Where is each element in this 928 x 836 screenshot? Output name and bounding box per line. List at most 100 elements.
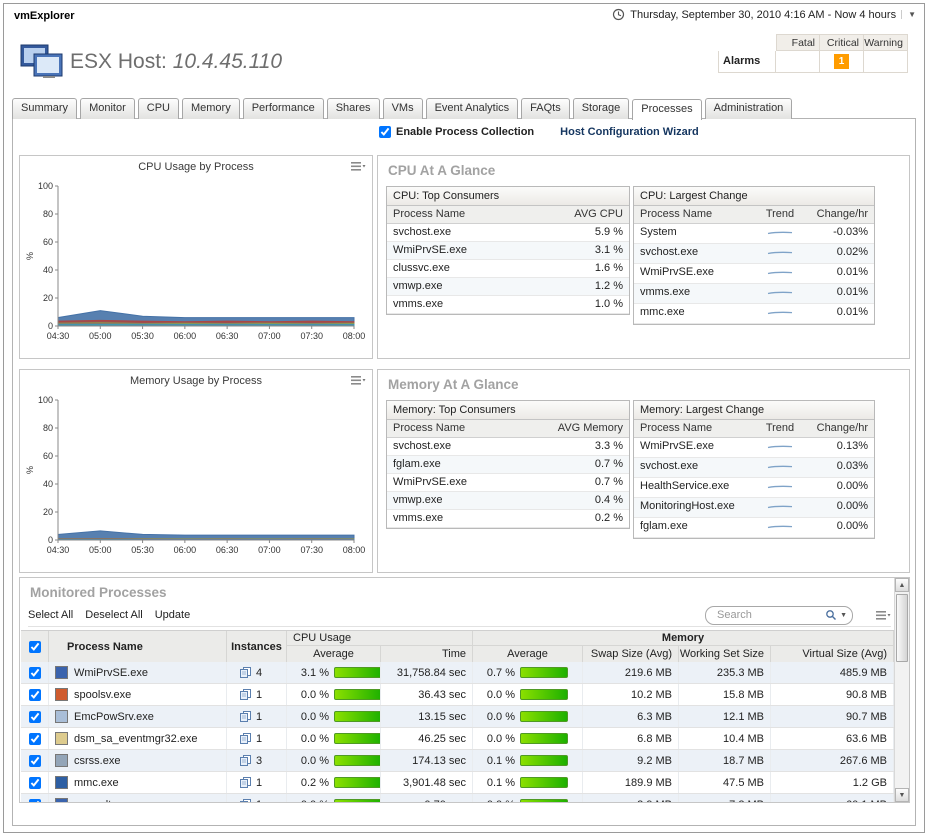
table-row[interactable]: WmiPrvSE.exe43.1 %31,758.84 sec0.7 %219.… xyxy=(21,662,894,684)
search-icon[interactable] xyxy=(825,609,837,621)
instances-cell[interactable]: 1 xyxy=(227,772,287,793)
row-checkbox[interactable] xyxy=(29,667,41,679)
column-header-process-name[interactable]: Process Name xyxy=(387,420,551,437)
instances-cell[interactable]: 1 xyxy=(227,794,287,802)
memory-usage-chart[interactable]: 020406080100%04:3005:0005:3006:0006:3007… xyxy=(24,392,368,564)
column-header-change-hr[interactable]: Change/hr xyxy=(804,206,874,223)
table-row[interactable]: svchost.exe0.02% xyxy=(634,244,874,264)
update-link[interactable]: Update xyxy=(155,609,190,621)
column-header-avg-cpu[interactable]: AVG CPU xyxy=(551,206,629,223)
row-checkbox[interactable] xyxy=(29,711,41,723)
instances-cell[interactable]: 4 xyxy=(227,662,287,683)
tab-administration[interactable]: Administration xyxy=(705,98,793,119)
table-row[interactable]: WmiPrvSE.exe0.13% xyxy=(634,438,874,458)
row-checkbox[interactable] xyxy=(29,799,41,803)
deselect-all-link[interactable]: Deselect All xyxy=(85,609,142,621)
enable-process-collection-control[interactable]: Enable Process Collection xyxy=(379,126,534,138)
table-row[interactable]: System-0.03% xyxy=(634,224,874,244)
column-header-change-hr[interactable]: Change/hr xyxy=(804,420,874,437)
tab-vms[interactable]: VMs xyxy=(383,98,423,119)
column-header-cpu-average[interactable]: Average xyxy=(287,646,381,662)
process-name-cell[interactable]: EmcPowSrv.exe xyxy=(49,706,227,727)
scroll-up-button[interactable]: ▲ xyxy=(895,578,909,592)
row-checkbox[interactable] xyxy=(29,755,41,767)
column-header-process-name[interactable]: Process Name xyxy=(634,420,756,437)
process-name-cell[interactable]: mmc.exe xyxy=(49,772,227,793)
alarms-fatal-value[interactable] xyxy=(776,51,820,73)
process-name-cell[interactable]: spoolsv.exe xyxy=(49,684,227,705)
tab-memory[interactable]: Memory xyxy=(182,98,240,119)
process-name-cell[interactable]: WmiPrvSE.exe xyxy=(49,662,227,683)
table-row[interactable]: mmc.exe0.01% xyxy=(634,304,874,324)
column-header-memory-average[interactable]: Average xyxy=(473,646,583,662)
column-header-process-name[interactable]: Process Name xyxy=(387,206,551,223)
instances-cell[interactable]: 1 xyxy=(227,684,287,705)
column-header-swap-size[interactable]: Swap Size (Avg) xyxy=(583,646,679,662)
select-all-checkbox[interactable] xyxy=(29,641,41,653)
tab-summary[interactable]: Summary xyxy=(12,98,77,119)
cpu-usage-chart[interactable]: 020406080100%04:3005:0005:3006:0006:3007… xyxy=(24,178,368,350)
tab-monitor[interactable]: Monitor xyxy=(80,98,135,119)
row-checkbox[interactable] xyxy=(29,733,41,745)
search-options-caret-icon[interactable]: ▼ xyxy=(840,612,847,619)
search-input[interactable] xyxy=(715,608,822,622)
table-customizer-icon[interactable] xyxy=(875,610,891,621)
table-row[interactable]: mmc.exe10.2 %3,901.48 sec0.1 %189.9 MB47… xyxy=(21,772,894,794)
column-header-process-name[interactable]: Process Name xyxy=(49,631,227,662)
column-header-avg-memory[interactable]: AVG Memory xyxy=(551,420,629,437)
host-configuration-wizard-link[interactable]: Host Configuration Wizard xyxy=(560,126,699,138)
column-header-trend[interactable]: Trend xyxy=(756,420,804,437)
column-header-virtual-size[interactable]: Virtual Size (Avg) xyxy=(771,646,894,662)
table-row[interactable]: vmms.exe0.2 % xyxy=(387,510,629,528)
table-row[interactable]: vmwp.exe1.2 % xyxy=(387,278,629,296)
process-name-cell[interactable]: dsm_sa_eventmgr32.exe xyxy=(49,728,227,749)
table-row[interactable]: fglam.exe0.7 % xyxy=(387,456,629,474)
process-name-cell[interactable]: csrss.exe xyxy=(49,750,227,771)
tab-performance[interactable]: Performance xyxy=(243,98,324,119)
table-row[interactable]: svchost.exe3.3 % xyxy=(387,438,629,456)
column-header-process-name[interactable]: Process Name xyxy=(634,206,756,223)
column-group-cpu-usage[interactable]: CPU Usage xyxy=(287,631,473,646)
table-row[interactable]: svchost.exe5.9 % xyxy=(387,224,629,242)
table-row[interactable]: WmiPrvSE.exe0.7 % xyxy=(387,474,629,492)
tab-storage[interactable]: Storage xyxy=(573,98,630,119)
time-range-selector[interactable]: Thursday, September 30, 2010 4:16 AM - N… xyxy=(612,8,916,21)
search-box[interactable]: ▼ xyxy=(705,606,853,625)
column-header-time[interactable]: Time xyxy=(381,646,473,662)
enable-process-collection-checkbox[interactable] xyxy=(379,126,391,138)
table-row[interactable]: vmms.exe0.01% xyxy=(634,284,874,304)
table-row[interactable]: EmcPowSrv.exe10.0 %13.15 sec0.0 %6.3 MB1… xyxy=(21,706,894,728)
critical-count-badge[interactable]: 1 xyxy=(834,54,849,69)
row-checkbox[interactable] xyxy=(29,777,41,789)
table-row[interactable]: svchost.exe0.03% xyxy=(634,458,874,478)
time-range-caret-icon[interactable]: ▼ xyxy=(901,10,916,19)
table-row[interactable]: clussvc.exe1.6 % xyxy=(387,260,629,278)
scrollbar-thumb[interactable] xyxy=(896,594,908,662)
instances-cell[interactable]: 3 xyxy=(227,750,287,771)
table-row[interactable]: csrss.exe30.0 %174.13 sec0.1 %9.2 MB18.7… xyxy=(21,750,894,772)
table-row[interactable]: WmiPrvSE.exe0.01% xyxy=(634,264,874,284)
tab-faqts[interactable]: FAQts xyxy=(521,98,570,119)
process-name-cell[interactable]: wuauclt.exe xyxy=(49,794,227,802)
instances-cell[interactable]: 1 xyxy=(227,706,287,727)
table-row[interactable]: dsm_sa_eventmgr32.exe10.0 %46.25 sec0.0 … xyxy=(21,728,894,750)
table-row[interactable]: vmwp.exe0.4 % xyxy=(387,492,629,510)
column-header-trend[interactable]: Trend xyxy=(756,206,804,223)
vertical-scrollbar[interactable]: ▲ ▼ xyxy=(894,578,909,802)
tab-event-analytics[interactable]: Event Analytics xyxy=(426,98,519,119)
table-row[interactable]: MonitoringHost.exe0.00% xyxy=(634,498,874,518)
column-group-memory[interactable]: Memory xyxy=(473,631,894,646)
instances-cell[interactable]: 1 xyxy=(227,728,287,749)
chart-customizer-icon[interactable] xyxy=(350,375,366,386)
tab-processes[interactable]: Processes xyxy=(632,99,701,120)
column-header-working-set[interactable]: Working Set Size xyxy=(679,646,771,662)
tab-shares[interactable]: Shares xyxy=(327,98,380,119)
table-row[interactable]: WmiPrvSE.exe3.1 % xyxy=(387,242,629,260)
tab-cpu[interactable]: CPU xyxy=(138,98,179,119)
table-row[interactable]: spoolsv.exe10.0 %36.43 sec0.0 %10.2 MB15… xyxy=(21,684,894,706)
row-checkbox[interactable] xyxy=(29,689,41,701)
chart-customizer-icon[interactable] xyxy=(350,161,366,172)
scroll-down-button[interactable]: ▼ xyxy=(895,788,909,802)
column-header-instances[interactable]: Instances xyxy=(227,631,287,662)
table-row[interactable]: wuauclt.exe10.0 %0.70 sec0.0 %2.9 MB7.2 … xyxy=(21,794,894,802)
